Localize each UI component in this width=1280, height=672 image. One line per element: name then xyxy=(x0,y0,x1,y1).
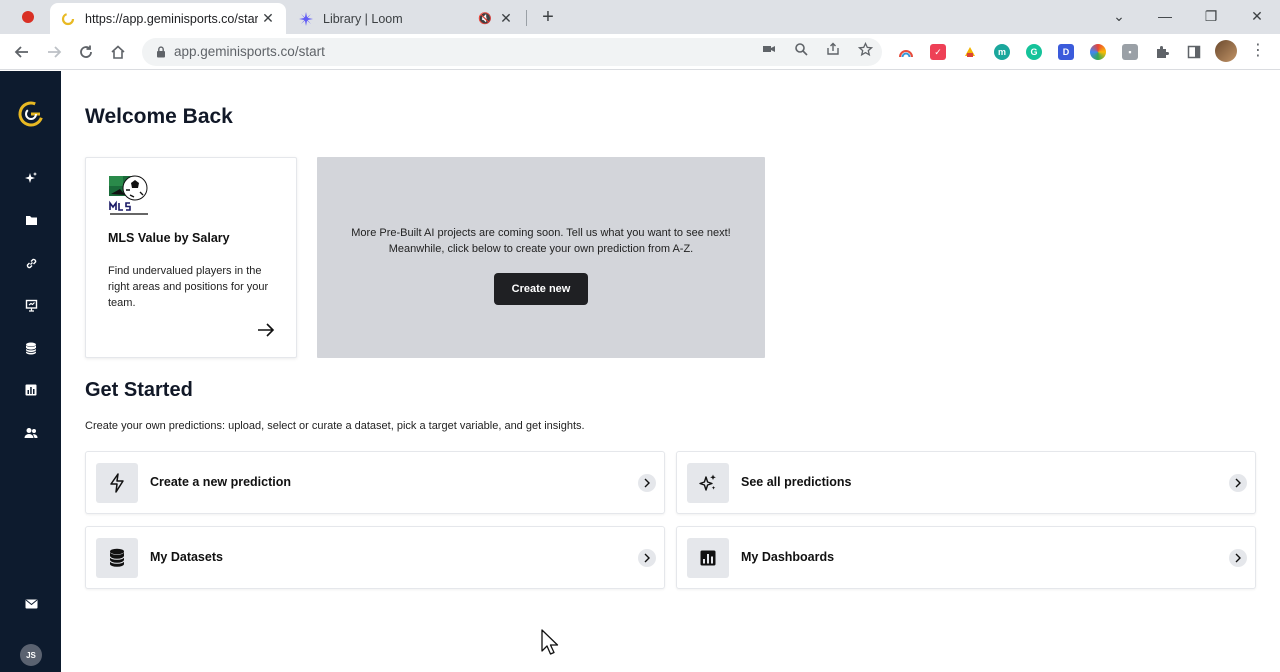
create-prediction-tile[interactable]: Create a new prediction xyxy=(85,451,665,514)
sparkle-icon xyxy=(687,463,729,503)
colorful-extension-icon[interactable] xyxy=(962,44,978,60)
bolt-icon xyxy=(96,463,138,503)
action-label: My Dashboards xyxy=(741,550,835,564)
side-panel-icon[interactable] xyxy=(1186,44,1202,60)
chevron-right-icon[interactable] xyxy=(1229,474,1247,492)
browser-tab-bar: https://app.geminisports.co/start ✕ Libr… xyxy=(0,0,1280,34)
m-extension-icon[interactable]: m xyxy=(994,44,1010,60)
grammarly-extension-icon[interactable]: G xyxy=(1026,44,1042,60)
tab-separator xyxy=(526,10,527,26)
tab-title: https://app.geminisports.co/start xyxy=(85,11,258,26)
kebab-menu-icon[interactable]: ⋮ xyxy=(1250,42,1266,62)
lock-icon[interactable] xyxy=(154,45,168,59)
profile-avatar[interactable] xyxy=(1215,40,1237,62)
get-started-subtitle: Create your own predictions: upload, sel… xyxy=(85,420,585,432)
d-extension-icon[interactable]: D xyxy=(1058,44,1074,60)
restore-icon[interactable]: ❐ xyxy=(1196,6,1226,26)
loom-favicon-icon xyxy=(298,11,314,27)
app-sidebar: JS xyxy=(0,71,61,672)
minimize-icon[interactable]: — xyxy=(1150,6,1180,26)
browser-toolbar: app.geminisports.co/start ✓ m G D ▪ ⋮ xyxy=(0,34,1280,70)
tab-title: Library | Loom xyxy=(323,11,403,26)
tab-mute-icon[interactable]: 🔇 xyxy=(478,12,492,25)
user-avatar[interactable]: JS xyxy=(20,644,42,666)
action-label: Create a new prediction xyxy=(150,475,292,489)
promo-card: More Pre-Built AI projects are coming so… xyxy=(317,157,765,358)
gemini-logo-icon[interactable] xyxy=(16,99,46,129)
promo-message: More Pre-Built AI projects are coming so… xyxy=(351,227,731,255)
action-label: My Datasets xyxy=(150,550,223,564)
mls-logo-icon xyxy=(109,175,149,215)
chevron-right-icon[interactable] xyxy=(1229,549,1247,567)
recording-indicator-icon[interactable] xyxy=(22,11,34,23)
new-tab-plus-icon[interactable]: + xyxy=(537,7,559,27)
share-icon[interactable] xyxy=(825,41,841,57)
chart-icon[interactable] xyxy=(23,382,39,398)
action-label: See all predictions xyxy=(741,475,852,489)
bookmark-star-icon[interactable] xyxy=(857,41,873,57)
tab-search-chevron-icon[interactable]: ⌄ xyxy=(1104,6,1134,26)
reload-icon[interactable] xyxy=(75,41,97,63)
folder-icon[interactable] xyxy=(23,212,39,228)
arrow-right-icon[interactable] xyxy=(256,322,276,338)
camera-icon[interactable] xyxy=(761,41,777,57)
pocket-extension-icon[interactable]: ✓ xyxy=(930,44,946,60)
url-text[interactable]: app.geminisports.co/start xyxy=(174,44,325,59)
link-icon[interactable] xyxy=(23,255,39,271)
mls-card-description: Find undervalued players in the right ar… xyxy=(108,265,269,309)
main-content: Welcome Back MLS Value by Salary Find un… xyxy=(61,71,1280,672)
tab-geminisports[interactable]: https://app.geminisports.co/start ✕ xyxy=(50,3,286,34)
chevron-right-icon[interactable] xyxy=(638,474,656,492)
home-icon[interactable] xyxy=(107,41,129,63)
create-new-button[interactable]: Create new xyxy=(494,273,588,305)
gemini-favicon-icon xyxy=(60,11,76,27)
tab-close-icon[interactable]: ✕ xyxy=(258,9,278,29)
mouse-cursor-icon xyxy=(541,629,559,655)
puzzle-extensions-icon[interactable] xyxy=(1154,44,1170,60)
forward-arrow-icon[interactable] xyxy=(43,41,65,63)
chart-icon xyxy=(687,538,729,578)
presentation-icon[interactable] xyxy=(23,297,39,313)
gray-extension-icon[interactable]: ▪ xyxy=(1122,44,1138,60)
rainbow-extension-icon[interactable] xyxy=(898,44,914,60)
close-window-icon[interactable]: ✕ xyxy=(1242,6,1272,26)
database-icon[interactable] xyxy=(23,340,39,356)
back-arrow-icon[interactable] xyxy=(11,41,33,63)
get-started-title: Get Started xyxy=(85,379,193,401)
tab-loom[interactable]: Library | Loom 🔇 ✕ xyxy=(288,3,524,34)
page-title: Welcome Back xyxy=(85,105,233,128)
see-predictions-tile[interactable]: See all predictions xyxy=(676,451,1256,514)
chevron-right-icon[interactable] xyxy=(638,549,656,567)
users-icon[interactable] xyxy=(23,425,39,441)
tab-close-icon[interactable]: ✕ xyxy=(496,9,516,29)
database-icon xyxy=(96,538,138,578)
my-datasets-tile[interactable]: My Datasets xyxy=(85,526,665,589)
zoom-icon[interactable] xyxy=(793,41,809,57)
mls-card-title: MLS Value by Salary xyxy=(108,231,230,245)
sparkle-icon[interactable] xyxy=(23,170,39,186)
mail-icon[interactable] xyxy=(23,596,39,612)
mls-project-card[interactable]: MLS Value by Salary Find undervalued pla… xyxy=(85,157,297,358)
my-dashboards-tile[interactable]: My Dashboards xyxy=(676,526,1256,589)
color-picker-extension-icon[interactable] xyxy=(1090,44,1106,60)
